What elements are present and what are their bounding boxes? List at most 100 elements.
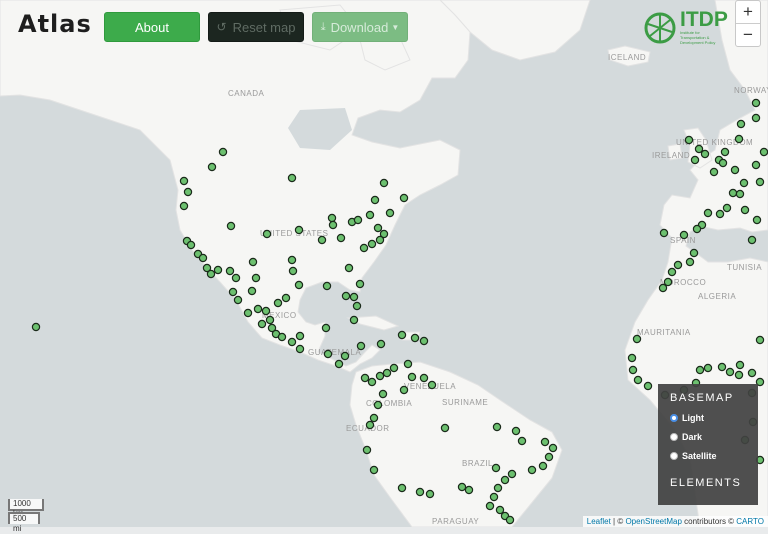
city-marker[interactable]	[755, 335, 765, 345]
city-marker[interactable]	[399, 193, 409, 203]
city-marker[interactable]	[667, 267, 677, 277]
city-marker[interactable]	[349, 292, 359, 302]
city-marker[interactable]	[287, 337, 297, 347]
basemap-option-satellite[interactable]: Satellite	[670, 451, 758, 461]
city-marker[interactable]	[709, 167, 719, 177]
city-marker[interactable]	[321, 323, 331, 333]
city-marker[interactable]	[213, 265, 223, 275]
atlas-logo[interactable]: Atlas	[18, 10, 92, 38]
city-marker[interactable]	[511, 426, 521, 436]
city-marker[interactable]	[273, 298, 283, 308]
city-marker[interactable]	[365, 420, 375, 430]
city-marker[interactable]	[751, 160, 761, 170]
city-marker[interactable]	[410, 333, 420, 343]
city-marker[interactable]	[419, 336, 429, 346]
city-marker[interactable]	[341, 291, 351, 301]
city-marker[interactable]	[183, 187, 193, 197]
city-marker[interactable]	[226, 221, 236, 231]
city-marker[interactable]	[684, 135, 694, 145]
city-marker[interactable]	[287, 255, 297, 265]
city-marker[interactable]	[505, 515, 515, 525]
city-marker[interactable]	[253, 304, 263, 314]
city-marker[interactable]	[734, 134, 744, 144]
city-marker[interactable]	[759, 147, 768, 157]
city-marker[interactable]	[692, 224, 702, 234]
city-marker[interactable]	[397, 483, 407, 493]
city-marker[interactable]	[730, 165, 740, 175]
city-marker[interactable]	[206, 269, 216, 279]
city-marker[interactable]	[751, 113, 761, 123]
city-marker[interactable]	[633, 375, 643, 385]
about-button[interactable]: About	[104, 12, 200, 42]
city-marker[interactable]	[262, 229, 272, 239]
city-marker[interactable]	[419, 373, 429, 383]
leaflet-link[interactable]: Leaflet	[587, 517, 611, 526]
city-marker[interactable]	[548, 443, 558, 453]
city-marker[interactable]	[323, 349, 333, 359]
city-marker[interactable]	[643, 381, 653, 391]
city-marker[interactable]	[251, 273, 261, 283]
city-marker[interactable]	[228, 287, 238, 297]
city-marker[interactable]	[186, 240, 196, 250]
city-marker[interactable]	[362, 445, 372, 455]
city-marker[interactable]	[367, 377, 377, 387]
city-marker[interactable]	[722, 203, 732, 213]
city-marker[interactable]	[207, 162, 217, 172]
city-marker[interactable]	[248, 257, 258, 267]
city-marker[interactable]	[720, 147, 730, 157]
city-marker[interactable]	[658, 283, 668, 293]
city-marker[interactable]	[295, 344, 305, 354]
city-marker[interactable]	[491, 463, 501, 473]
city-marker[interactable]	[225, 266, 235, 276]
city-marker[interactable]	[243, 308, 253, 318]
city-marker[interactable]	[365, 210, 375, 220]
city-marker[interactable]	[281, 293, 291, 303]
city-marker[interactable]	[740, 205, 750, 215]
city-marker[interactable]	[489, 492, 499, 502]
city-marker[interactable]	[340, 351, 350, 361]
zoom-in-button[interactable]: +	[736, 1, 760, 23]
city-marker[interactable]	[735, 360, 745, 370]
city-marker[interactable]	[495, 505, 505, 515]
city-marker[interactable]	[247, 286, 257, 296]
city-marker[interactable]	[427, 380, 437, 390]
radio-light[interactable]	[670, 414, 678, 422]
city-marker[interactable]	[500, 475, 510, 485]
city-marker[interactable]	[457, 482, 467, 492]
base-map[interactable]: ICELAND NORWAY CANADA UNITED STATES MEXI…	[0, 0, 768, 527]
city-marker[interactable]	[718, 158, 728, 168]
city-marker[interactable]	[360, 373, 370, 383]
city-marker[interactable]	[399, 385, 409, 395]
city-marker[interactable]	[679, 230, 689, 240]
city-marker[interactable]	[747, 235, 757, 245]
city-marker[interactable]	[755, 177, 765, 187]
city-marker[interactable]	[370, 195, 380, 205]
itdp-logo[interactable]: ITDP Institute for Transportation & Deve…	[644, 9, 728, 45]
city-marker[interactable]	[328, 220, 338, 230]
city-marker[interactable]	[632, 334, 642, 344]
city-marker[interactable]	[389, 363, 399, 373]
city-marker[interactable]	[739, 178, 749, 188]
city-marker[interactable]	[353, 215, 363, 225]
basemap-option-dark[interactable]: Dark	[670, 432, 758, 442]
city-marker[interactable]	[334, 359, 344, 369]
city-marker[interactable]	[257, 319, 267, 329]
city-marker[interactable]	[317, 235, 327, 245]
city-marker[interactable]	[287, 173, 297, 183]
radio-satellite[interactable]	[670, 452, 678, 460]
city-marker[interactable]	[751, 98, 761, 108]
city-marker[interactable]	[376, 339, 386, 349]
city-marker[interactable]	[385, 208, 395, 218]
city-marker[interactable]	[378, 389, 388, 399]
city-marker[interactable]	[294, 225, 304, 235]
city-marker[interactable]	[538, 461, 548, 471]
city-marker[interactable]	[415, 487, 425, 497]
city-marker[interactable]	[728, 188, 738, 198]
city-marker[interactable]	[295, 331, 305, 341]
city-marker[interactable]	[464, 485, 474, 495]
city-marker[interactable]	[735, 189, 745, 199]
osm-link[interactable]: OpenStreetMap	[625, 517, 681, 526]
city-marker[interactable]	[379, 178, 389, 188]
city-marker[interactable]	[375, 371, 385, 381]
radio-dark[interactable]	[670, 433, 678, 441]
